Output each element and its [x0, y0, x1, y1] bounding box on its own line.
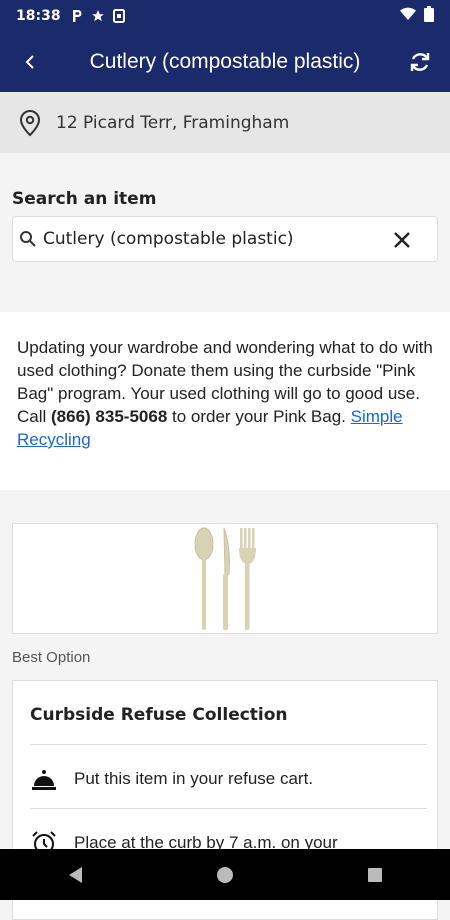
search-label: Search an item — [12, 189, 157, 209]
step-text: Put this item in your refuse cart. — [74, 769, 314, 788]
search-section: Search an item Cutlery (compostable plas… — [0, 153, 450, 312]
system-navigation-bar — [0, 849, 450, 900]
recents-nav-icon — [368, 867, 382, 882]
info-message: Updating your wardrobe and wondering wha… — [0, 312, 450, 490]
page-title: Cutlery (compostable plastic) — [89, 50, 361, 73]
app-bar: Cutlery (compostable plastic) — [0, 32, 450, 92]
status-time: 18:38 — [16, 8, 61, 24]
address-text: 12 Picard Terr, Framingham — [56, 112, 290, 133]
wifi-icon — [400, 7, 416, 25]
cutlery-icon — [194, 527, 256, 630]
address-bar[interactable]: 12 Picard Terr, Framingham — [0, 92, 450, 153]
info-phone: (866) 835-5068 — [51, 407, 168, 426]
nav-back-button[interactable] — [45, 855, 105, 895]
divider — [30, 744, 427, 745]
nav-home-button[interactable] — [195, 855, 255, 895]
back-button[interactable] — [0, 32, 60, 92]
card-icon — [112, 9, 125, 23]
search-icon — [19, 230, 39, 248]
battery-icon — [424, 6, 434, 26]
instruction-step: Put this item in your refuse cart. — [30, 765, 313, 793]
refresh-button[interactable] — [390, 32, 450, 92]
search-input[interactable]: Cutlery (compostable plastic) — [12, 216, 438, 262]
option-title: Curbside Refuse Collection — [30, 705, 288, 725]
chevron-left-icon — [25, 55, 34, 69]
best-option-label: Best Option — [12, 649, 91, 666]
home-nav-icon — [217, 866, 233, 883]
star-icon — [91, 9, 105, 23]
parking-icon — [71, 9, 83, 23]
clear-search-button[interactable] — [389, 227, 415, 253]
refresh-icon — [410, 53, 430, 71]
status-bar: 18:38 — [0, 0, 450, 32]
back-nav-icon — [69, 866, 82, 883]
close-icon — [394, 232, 410, 248]
item-image — [12, 523, 438, 634]
divider — [30, 808, 427, 809]
location-pin-icon — [16, 109, 44, 137]
bell-icon — [30, 765, 58, 793]
info-text-2: to order your Pink Bag. — [167, 407, 351, 426]
search-value: Cutlery (compostable plastic) — [43, 229, 294, 249]
nav-recents-button[interactable] — [345, 855, 405, 895]
